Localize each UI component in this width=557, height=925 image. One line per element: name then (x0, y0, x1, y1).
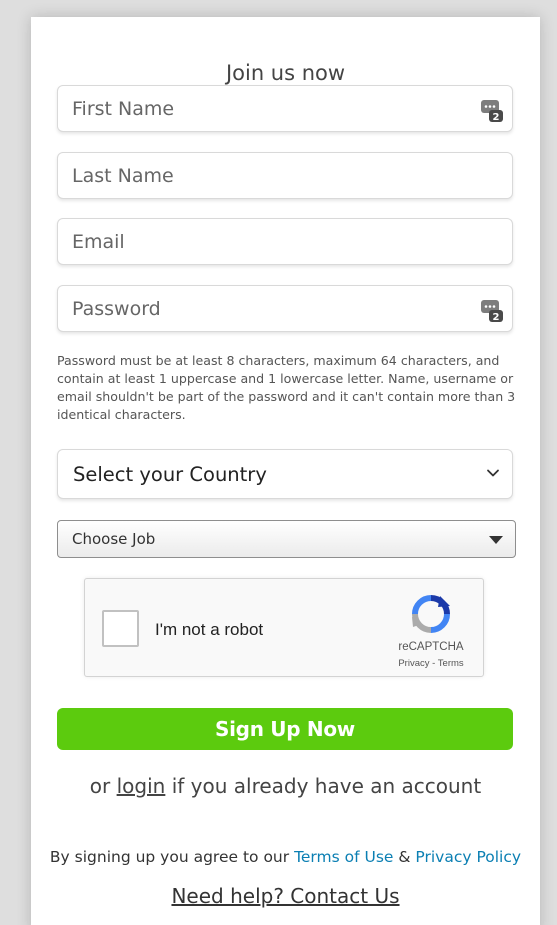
recaptcha-checkbox[interactable] (102, 610, 139, 647)
form-title: Join us now (225, 61, 346, 85)
terms-of-use-link[interactable]: Terms of Use (294, 848, 393, 866)
recaptcha-logo-icon (412, 595, 450, 633)
chevron-down-icon (487, 469, 499, 477)
login-link[interactable]: login (117, 774, 166, 798)
email-field[interactable] (57, 218, 513, 265)
login-suffix: if you already have an account (165, 774, 482, 798)
signup-button[interactable]: Sign Up Now (57, 708, 513, 750)
terms-agreement: By signing up you agree to our Terms of … (31, 848, 540, 866)
recaptcha-links: Privacy - Terms (391, 658, 471, 669)
last-name-field[interactable] (57, 152, 513, 199)
country-select-label: Select your Country (73, 463, 267, 486)
recaptcha-brand: reCAPTCHA (398, 641, 464, 653)
privacy-policy-link[interactable]: Privacy Policy (415, 848, 521, 866)
password-manager-icon[interactable]: 2 (481, 98, 503, 122)
recaptcha-privacy-link[interactable]: Privacy (398, 658, 429, 669)
login-prompt: or login if you already have an account (31, 774, 540, 798)
contact-us-link[interactable]: Need help? Contact Us (31, 884, 540, 908)
signup-card: Join us now 2 2 Password must be at leas… (31, 17, 540, 925)
email-input[interactable] (58, 219, 512, 264)
login-prefix: or (89, 774, 117, 798)
first-name-field[interactable]: 2 (57, 85, 513, 132)
password-manager-icon[interactable]: 2 (481, 298, 503, 322)
recaptcha-widget: I'm not a robot reCAPTCHA Privacy - Term… (84, 578, 484, 677)
country-select[interactable]: Select your Country (57, 449, 513, 499)
agree-ampersand: & (393, 848, 416, 866)
first-name-input[interactable] (58, 86, 512, 131)
agree-prefix: By signing up you agree to our (49, 848, 295, 866)
job-select-label: Choose Job (72, 530, 156, 548)
recaptcha-terms-link[interactable]: Terms (438, 658, 464, 669)
recaptcha-separator: - (429, 658, 438, 669)
password-input[interactable] (58, 286, 512, 331)
password-field[interactable]: 2 (57, 285, 513, 332)
last-name-input[interactable] (58, 153, 512, 198)
svg-text:2: 2 (493, 112, 500, 122)
password-hint: Password must be at least 8 characters, … (57, 353, 516, 422)
recaptcha-label: I'm not a robot (155, 620, 264, 639)
caret-down-icon (489, 536, 503, 544)
job-select[interactable]: Choose Job (57, 520, 516, 558)
svg-text:2: 2 (493, 312, 500, 322)
